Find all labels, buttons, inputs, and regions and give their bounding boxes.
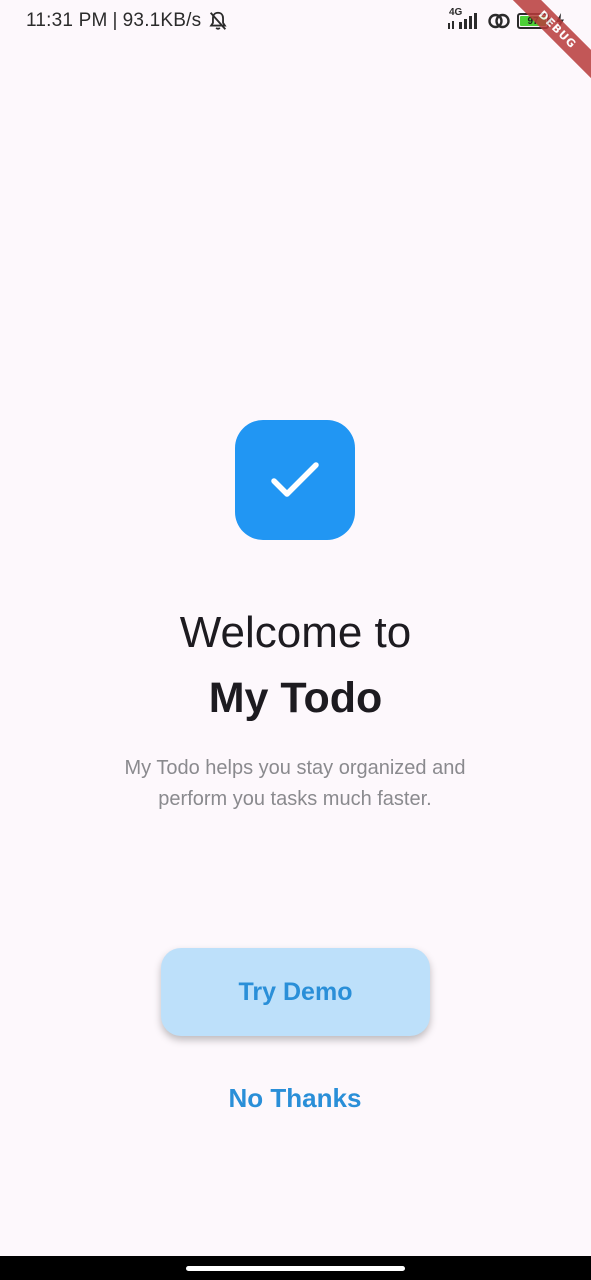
link-icon — [488, 13, 510, 29]
home-indicator[interactable] — [186, 1266, 405, 1271]
network-speed: 93.1KB/s — [122, 10, 202, 31]
welcome-heading: Welcome to — [179, 608, 412, 657]
navigation-bar — [0, 1256, 591, 1280]
bell-muted-icon — [209, 11, 227, 30]
charging-icon — [556, 13, 564, 29]
app-logo — [235, 420, 355, 540]
app-name-heading: My Todo — [208, 674, 383, 722]
status-right: 4G 97 — [447, 7, 565, 32]
signal-icon: 4G — [447, 7, 481, 32]
no-thanks-button[interactable]: No Thanks — [195, 1074, 395, 1122]
network-type: 4G — [449, 7, 463, 18]
status-time: 11:31 PM — [26, 10, 108, 31]
app-description: My Todo helps you stay organized and per… — [124, 757, 466, 810]
battery-icon: 97 — [517, 13, 552, 29]
try-demo-button[interactable]: Try Demo — [161, 948, 430, 1036]
battery-percent: 97 — [527, 15, 539, 27]
status-left: 11:31 PM | 93.1KB/s — [26, 10, 229, 32]
status-separator: | — [112, 10, 118, 31]
checkmark-icon — [271, 462, 319, 497]
status-bar: 11:31 PM | 93.1KB/s 4G 97 — [0, 0, 591, 44]
